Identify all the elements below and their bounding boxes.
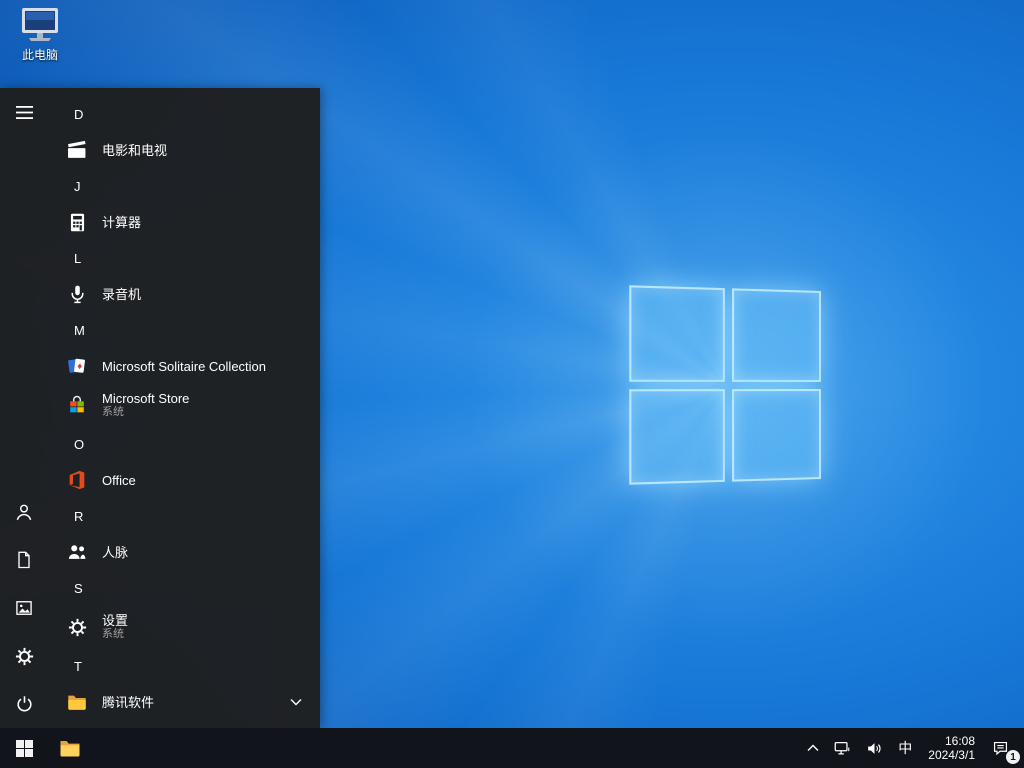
hamburger-icon [15, 105, 33, 119]
app-item-people[interactable]: 人脉 [48, 534, 320, 570]
start-menu-app-list: D 电影和电视 J 计算器 L 录音机 M Microsoft Solitair… [48, 88, 320, 728]
pictures-icon [14, 598, 34, 618]
pictures-button[interactable] [0, 584, 48, 632]
logo-pane [629, 388, 725, 485]
power-icon [14, 694, 35, 715]
expand-menu-button[interactable] [0, 88, 48, 136]
speaker-icon [865, 739, 884, 758]
office-icon [64, 467, 90, 493]
file-explorer-icon [58, 736, 82, 760]
solitaire-icon [64, 353, 90, 379]
app-label: Microsoft Store [102, 391, 190, 406]
section-letter-l[interactable]: L [48, 240, 320, 276]
screen: 此电脑 D 电影和电视 J 计算器 L 录音机 M Microsoft Soli… [0, 0, 1024, 768]
section-letter-s[interactable]: S [48, 570, 320, 606]
app-item-microsoft-store[interactable]: Microsoft Store 系统 [48, 384, 320, 426]
movies-tv-icon [64, 137, 90, 163]
notification-badge: 1 [1006, 750, 1020, 764]
app-item-calculator[interactable]: 计算器 [48, 204, 320, 240]
store-icon [64, 392, 90, 418]
rail-bottom-group [0, 488, 48, 728]
app-label: 计算器 [102, 214, 142, 230]
section-letter-w[interactable]: W [48, 720, 320, 728]
logo-pane [731, 388, 821, 482]
windows-logo-icon [15, 739, 33, 757]
section-letter-m[interactable]: M [48, 312, 320, 348]
documents-button[interactable] [0, 536, 48, 584]
app-item-voice-recorder[interactable]: 录音机 [48, 276, 320, 312]
app-item-solitaire[interactable]: Microsoft Solitaire Collection [48, 348, 320, 384]
chevron-down-icon [290, 698, 302, 706]
gear-icon [14, 646, 35, 667]
start-button[interactable] [0, 728, 48, 768]
date-text: 2024/3/1 [928, 748, 975, 762]
network-status-button[interactable] [826, 728, 858, 768]
microphone-icon [64, 281, 90, 307]
app-label: 设置 [102, 613, 129, 628]
desktop-icon-label: 此电脑 [21, 48, 58, 62]
app-label: 人脉 [102, 544, 129, 560]
start-menu: D 电影和电视 J 计算器 L 录音机 M Microsoft Solitair… [0, 88, 320, 728]
app-sublabel: 系统 [102, 628, 124, 640]
section-letter-j[interactable]: J [48, 168, 320, 204]
app-label: 电影和电视 [102, 142, 168, 158]
app-sublabel: 系统 [102, 406, 124, 418]
people-icon [64, 539, 90, 565]
chevron-up-icon [807, 744, 819, 752]
logo-pane [629, 285, 725, 382]
action-center-button[interactable]: 1 [984, 728, 1024, 768]
calculator-icon [64, 209, 90, 235]
ime-indicator[interactable]: 中 [891, 728, 919, 768]
app-item-tencent-folder[interactable]: 腾讯软件 [48, 684, 320, 720]
start-menu-rail [0, 88, 48, 728]
network-icon [833, 739, 851, 757]
windows-logo-wallpaper [629, 285, 821, 485]
section-letter-r[interactable]: R [48, 498, 320, 534]
section-letter-t[interactable]: T [48, 648, 320, 684]
app-item-movies-tv[interactable]: 电影和电视 [48, 132, 320, 168]
account-button[interactable] [0, 488, 48, 536]
taskbar: 中 16:08 2024/3/1 1 [0, 728, 1024, 768]
system-tray: 中 16:08 2024/3/1 1 [800, 728, 1024, 768]
clock[interactable]: 16:08 2024/3/1 [919, 728, 984, 768]
logo-pane [731, 288, 821, 382]
gear-icon [64, 614, 90, 640]
app-label: 录音机 [102, 286, 142, 302]
section-letter-d[interactable]: D [48, 96, 320, 132]
user-icon [13, 501, 35, 523]
app-item-office[interactable]: Office [48, 462, 320, 498]
section-letter-o[interactable]: O [48, 426, 320, 462]
power-button[interactable] [0, 680, 48, 728]
taskbar-empty-area [92, 728, 800, 768]
tray-overflow-button[interactable] [800, 728, 826, 768]
folder-icon [64, 689, 90, 715]
volume-button[interactable] [858, 728, 891, 768]
settings-button[interactable] [0, 632, 48, 680]
document-icon [14, 550, 34, 570]
app-label: Office [102, 472, 136, 488]
app-item-settings[interactable]: 设置 系统 [48, 606, 320, 648]
app-label: Microsoft Solitaire Collection [102, 358, 267, 374]
this-pc-icon [10, 6, 70, 44]
time-text: 16:08 [944, 734, 975, 748]
file-explorer-button[interactable] [48, 728, 92, 768]
app-label: 腾讯软件 [102, 694, 155, 710]
desktop-icon-this-pc[interactable]: 此电脑 [10, 6, 70, 63]
